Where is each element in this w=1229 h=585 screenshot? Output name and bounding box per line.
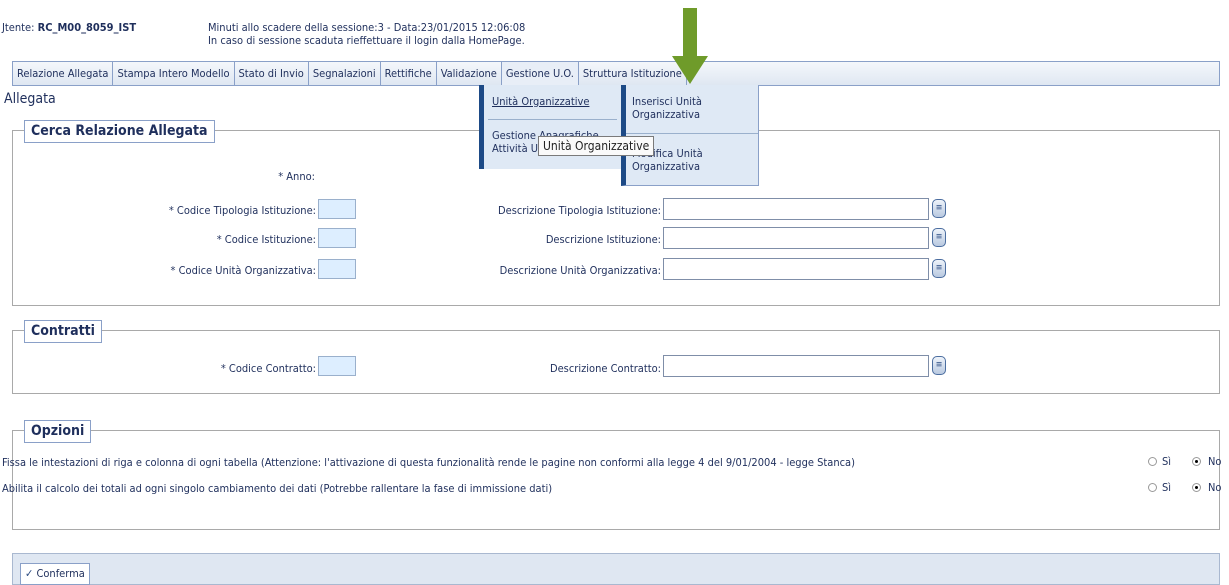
user-label: Jtente: <box>2 21 35 34</box>
contratto-code-label: * Codice Contratto: <box>220 362 316 375</box>
option-fix-headers-yes-label: Sì <box>1162 455 1172 468</box>
option-fix-headers-no-radio[interactable] <box>1192 457 1201 466</box>
confirm-label: Conferma <box>36 567 85 580</box>
opzioni-legend: Opzioni <box>24 420 92 443</box>
gestione-uo-submenu: Unità Organizzative Gestione Anagrafiche… <box>479 85 621 169</box>
menu-stato-di-invio[interactable]: Stato di Invio <box>235 62 309 85</box>
menu-struttura-istituzione[interactable]: Struttura Istituzione <box>579 62 687 85</box>
tipologia-desc-label: Descrizione Tipologia Istituzione: <box>497 204 661 217</box>
opzioni-fieldset <box>12 430 1220 530</box>
menu-rettifiche[interactable]: Rettifiche <box>381 62 437 85</box>
page-title: Allegata <box>4 91 56 107</box>
contratti-legend: Contratti <box>24 320 102 343</box>
contratto-desc-label: Descrizione Contratto: <box>549 362 661 375</box>
submenu-unita-organizzative[interactable]: Unità Organizzative <box>492 95 589 108</box>
main-menu: Relazione Allegata Stampa Intero Modello… <box>12 61 1220 86</box>
tipologia-code-label: * Codice Tipologia Istituzione: <box>168 204 316 217</box>
option-totals-no-label: No <box>1208 481 1222 494</box>
session-info: Minuti allo scadere della sessione:3 - D… <box>208 21 525 47</box>
uo-code-label: * Codice Unità Organizzativa: <box>170 264 316 277</box>
istituzione-desc-label: Descrizione Istituzione: <box>545 233 661 246</box>
submenu-inserisci-unita[interactable]: Inserisci Unità Organizzativa <box>632 95 747 121</box>
session-timer: Minuti allo scadere della sessione:3 - D… <box>208 21 526 34</box>
menu-stampa-intero-modello[interactable]: Stampa Intero Modello <box>113 62 235 85</box>
option-fix-headers-no-label: No <box>1208 455 1222 468</box>
tooltip: Unità Organizzative <box>538 136 655 156</box>
contratto-desc-input[interactable] <box>663 355 929 377</box>
user-value: RC_M00_8059_IST <box>37 21 137 34</box>
user-info: Jtente: RC_M00_8059_IST <box>2 21 136 34</box>
confirm-button[interactable]: ✓ Conferma <box>20 563 90 585</box>
option-totals-yes-label: Sì <box>1162 481 1172 494</box>
tipologia-lookup-button[interactable]: ≡ <box>932 199 946 218</box>
contratto-lookup-button[interactable]: ≡ <box>932 356 946 375</box>
cerca-legend: Cerca Relazione Allegata <box>24 120 215 143</box>
uo-code-input[interactable] <box>318 259 356 279</box>
menu-validazione[interactable]: Validazione <box>437 62 502 85</box>
uo-desc-input[interactable] <box>663 258 929 280</box>
contratto-code-input[interactable] <box>318 356 356 376</box>
istituzione-desc-input[interactable] <box>663 227 929 249</box>
menu-segnalazioni[interactable]: Segnalazioni <box>309 62 381 85</box>
tipologia-desc-input[interactable] <box>663 198 929 220</box>
option-totals-yes-radio[interactable] <box>1148 483 1157 492</box>
option-totals-label: Abilita il calcolo dei totali ad ogni si… <box>2 482 553 495</box>
menu-gestione-uo[interactable]: Gestione U.O. <box>501 62 579 85</box>
uo-lookup-button[interactable]: ≡ <box>932 259 946 278</box>
option-totals-no-radio[interactable] <box>1192 483 1201 492</box>
uo-desc-label: Descrizione Unità Organizzativa: <box>499 264 661 277</box>
option-fix-headers-label: Fissa le intestazioni di riga e colonna … <box>2 456 855 469</box>
annotation-arrow-icon <box>672 56 708 84</box>
tipologia-code-input[interactable] <box>318 199 356 219</box>
menu-relazione-allegata[interactable]: Relazione Allegata <box>13 62 114 85</box>
footer-bar <box>12 553 1220 585</box>
istituzione-code-input[interactable] <box>318 228 356 248</box>
anno-label: * Anno: <box>278 170 315 183</box>
session-note: In caso di sessione scaduta rieffettuare… <box>208 34 525 47</box>
istituzione-lookup-button[interactable]: ≡ <box>932 228 946 247</box>
check-icon: ✓ <box>25 567 34 580</box>
istituzione-code-label: * Codice Istituzione: <box>216 233 316 246</box>
annotation-arrow-shaft <box>683 8 697 63</box>
option-fix-headers-yes-radio[interactable] <box>1148 457 1157 466</box>
